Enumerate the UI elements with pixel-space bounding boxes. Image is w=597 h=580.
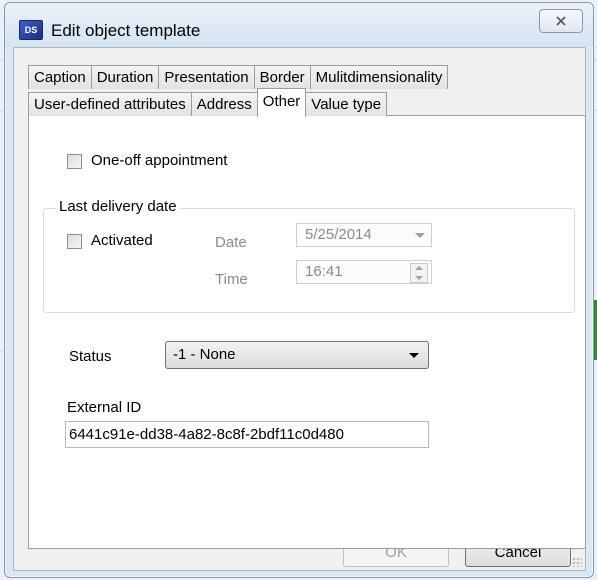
date-value: 5/25/2014	[305, 226, 372, 243]
date-label: Date	[215, 234, 247, 251]
external-id-field[interactable]: 6441c91e-dd38-4a82-8c8f-2bdf11c0d480	[65, 421, 429, 448]
chevron-down-icon	[409, 353, 419, 358]
tab-other[interactable]: Other	[256, 88, 307, 117]
tab-presentation[interactable]: Presentation	[158, 65, 255, 89]
tab-user-defined-attributes[interactable]: User-defined attributes	[28, 92, 192, 116]
activated-label: Activated	[91, 232, 153, 249]
external-id-value: 6441c91e-dd38-4a82-8c8f-2bdf11c0d480	[69, 426, 344, 443]
close-icon	[556, 16, 566, 26]
status-value: -1 - None	[173, 346, 236, 363]
last-delivery-date-group: Last delivery date Activated Date 5/25/2…	[43, 198, 575, 313]
activated-checkbox[interactable]	[67, 234, 82, 249]
tab-border[interactable]: Border	[253, 65, 311, 89]
tab-row-2: User-defined attributes Address Other Va…	[28, 88, 388, 117]
spin-up-icon	[415, 266, 423, 270]
chevron-down-icon	[415, 233, 425, 238]
tab-duration[interactable]: Duration	[90, 65, 160, 89]
date-picker[interactable]: 5/25/2014	[296, 223, 432, 247]
time-spinner[interactable]	[410, 263, 428, 283]
one-off-appointment-checkbox[interactable]	[67, 154, 82, 169]
app-icon: DS	[19, 20, 43, 40]
title-bar[interactable]: DS Edit object template	[5, 3, 593, 47]
resize-grip[interactable]	[572, 557, 582, 567]
close-button[interactable]	[539, 9, 583, 33]
tab-page-other: One-off appointment Last delivery date A…	[28, 115, 586, 549]
tab-row-1: Caption Duration Presentation Border Mul…	[28, 65, 449, 89]
time-field[interactable]: 16:41	[296, 260, 432, 284]
status-select[interactable]: -1 - None	[165, 341, 429, 369]
tab-caption[interactable]: Caption	[28, 65, 92, 89]
edit-object-template-dialog: DS Edit object template Caption Duration…	[4, 2, 594, 578]
dialog-client-area: Caption Duration Presentation Border Mul…	[13, 47, 586, 571]
one-off-appointment-label: One-off appointment	[91, 152, 228, 169]
tab-multidimensionality[interactable]: Mulitdimensionality	[309, 65, 449, 89]
tab-value-type[interactable]: Value type	[305, 92, 388, 116]
tab-address[interactable]: Address	[190, 92, 258, 116]
spin-down-icon	[415, 276, 423, 280]
external-id-label: External ID	[67, 399, 142, 416]
last-delivery-date-title: Last delivery date	[56, 198, 180, 215]
dialog-title: Edit object template	[51, 21, 201, 40]
time-value: 16:41	[305, 263, 343, 280]
status-label: Status	[69, 348, 112, 365]
time-label: Time	[215, 271, 248, 288]
